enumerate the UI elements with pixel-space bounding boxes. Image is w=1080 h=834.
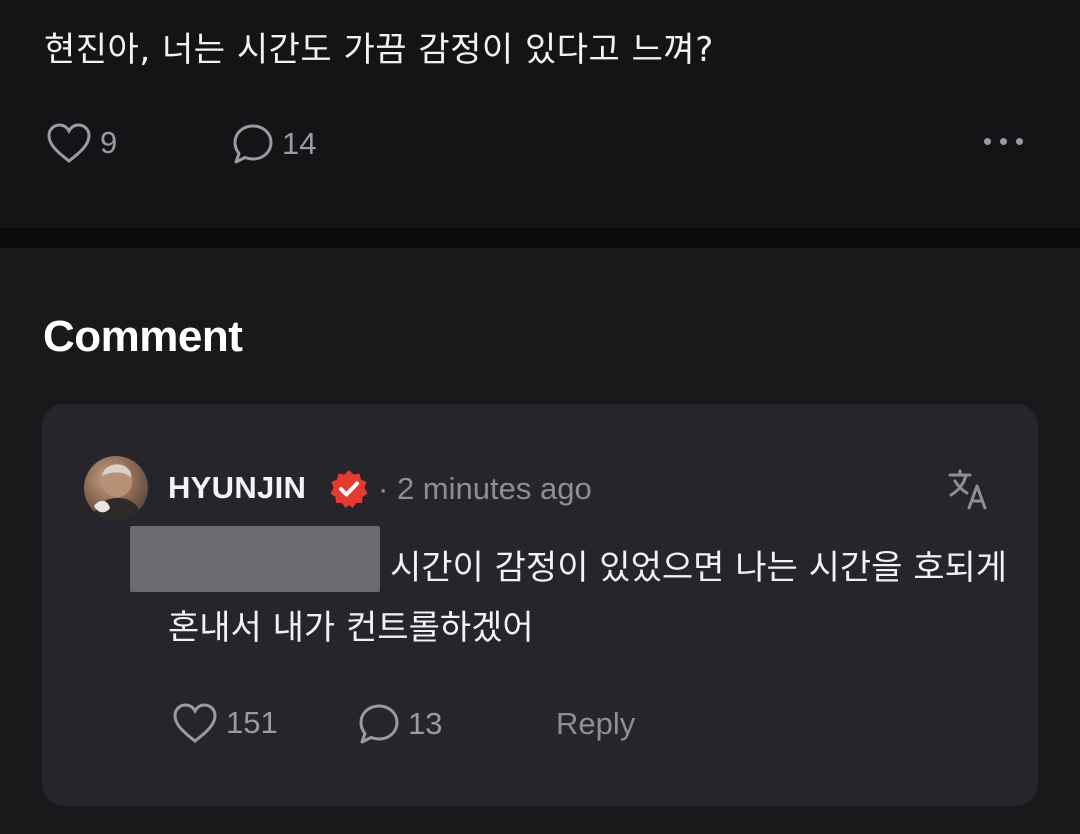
verified-badge-icon (330, 470, 368, 508)
comment-like-count: 151 (226, 705, 278, 740)
post: 현진아, 너는 시간도 가끔 감정이 있다고 느껴? 9 14 (0, 0, 1080, 228)
speech-bubble-icon (233, 124, 273, 164)
post-like-button[interactable]: 9 (46, 122, 117, 164)
more-horizontal-icon (984, 138, 991, 145)
separator-dot: · (378, 471, 389, 506)
comment-author[interactable]: HYUNJIN (168, 470, 306, 506)
timestamp-text: 2 minutes ago (396, 471, 592, 506)
post-comment-count: 14 (282, 126, 317, 161)
comment-text: 시간이 감정이 있었으면 나는 시간을 호되게 혼내서 내가 컨트롤하겠어 (168, 548, 1008, 648)
avatar[interactable] (84, 456, 148, 520)
speech-bubble-icon (359, 704, 399, 744)
section-divider (0, 228, 1080, 248)
post-like-count: 9 (100, 125, 118, 160)
heart-icon (173, 703, 217, 743)
heart-icon (47, 123, 91, 163)
post-comment-button[interactable]: 14 (232, 122, 316, 166)
comment-like-button[interactable]: 151 (172, 702, 278, 744)
comments-section: Comment HYUNJIN · 2 minutes ago 시간이 감정이 … (0, 248, 1080, 834)
translate-icon[interactable] (946, 466, 992, 512)
reply-button[interactable]: Reply (556, 706, 635, 742)
comments-title: Comment (43, 312, 243, 361)
post-text: 현진아, 너는 시간도 가끔 감정이 있다고 느껴? (44, 30, 714, 70)
more-options-button[interactable] (984, 138, 1023, 145)
comment-reply-count: 13 (408, 706, 443, 741)
comment-timestamp: · 2 minutes ago (378, 471, 592, 507)
comment-card: HYUNJIN · 2 minutes ago 시간이 감정이 있었으면 나는 … (42, 404, 1038, 806)
comment-replies-button[interactable]: 13 (358, 702, 442, 746)
